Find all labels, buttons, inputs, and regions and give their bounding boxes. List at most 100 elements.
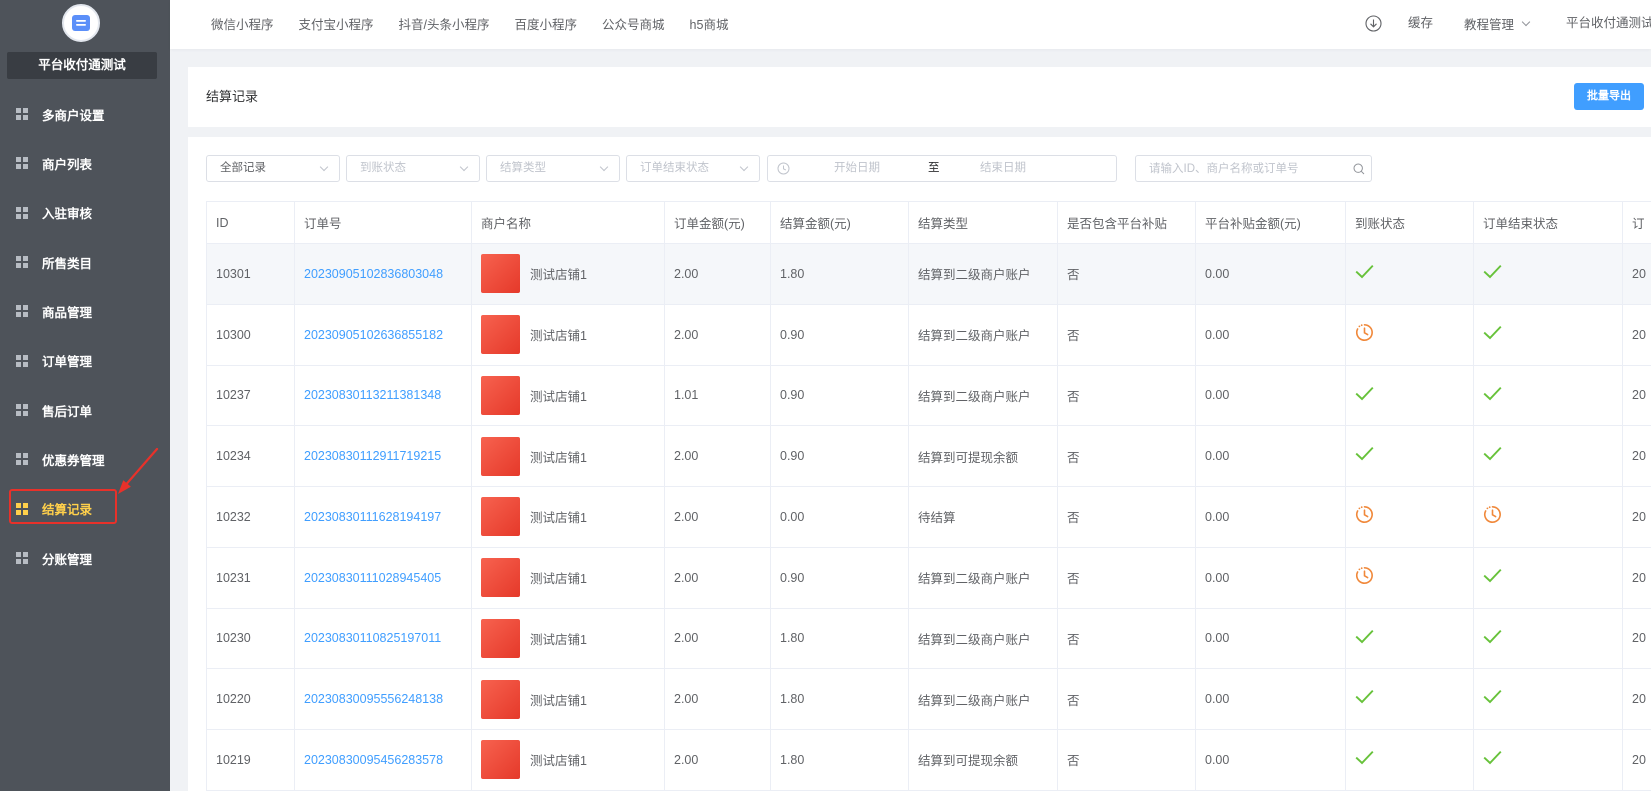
- search-icon[interactable]: [1353, 163, 1365, 175]
- sidebar-item-label: 多商户设置: [42, 108, 105, 123]
- check-icon: [1355, 265, 1374, 279]
- merchant-info: 测试店铺1: [481, 436, 655, 476]
- order-link[interactable]: 20230830095456283578: [304, 753, 443, 767]
- search-input[interactable]: [1136, 156, 1346, 181]
- cell-merchant-name: 测试店铺1: [471, 546, 665, 609]
- merchant-info: 测试店铺1: [481, 315, 655, 355]
- sidebar-item-label: 商户列表: [42, 157, 93, 172]
- cell-order-no: 20230830110825197011: [294, 607, 472, 670]
- tab-alipay-miniprogram[interactable]: 支付宝小程序: [299, 14, 374, 33]
- cell-merchant-name: 测试店铺1: [471, 425, 665, 487]
- cell-order-end-status: [1473, 486, 1623, 548]
- chevron-down-icon: [1521, 17, 1531, 26]
- start-date-input[interactable]: 开始日期: [834, 156, 880, 181]
- tab-wechat-miniprogram[interactable]: 微信小程序: [211, 14, 274, 33]
- order-link[interactable]: 20230830095556248138: [304, 692, 443, 706]
- cell-settle-amount: 1.80: [770, 243, 909, 305]
- table-row: 10237 20230830113211381348 测试店铺1 1.01 0.90 结算…: [206, 364, 1651, 427]
- settle-type-select[interactable]: 结算类型: [486, 155, 620, 182]
- order-link[interactable]: 20230830112911719215: [304, 449, 441, 463]
- tab-h5-mall[interactable]: h5商城: [690, 14, 729, 33]
- sidebar-item-label: 优惠券管理: [42, 453, 105, 468]
- account-menu[interactable]: 平台收付通测试: [1566, 0, 1651, 47]
- column-header-order-end-status: 订单结束状态: [1473, 201, 1623, 244]
- sidebar-item-multi-merchant-settings[interactable]: 多商户设置: [0, 90, 170, 139]
- page-header: 结算记录 批量导出: [188, 67, 1651, 127]
- cell-platform-subsidy-amount: 0.00: [1195, 243, 1346, 305]
- cell-arrival-status: [1345, 425, 1474, 487]
- sidebar-item-settlement-records[interactable]: 结算记录: [0, 484, 170, 533]
- sidebar-item-after-sales-orders[interactable]: 售后订单: [0, 385, 170, 434]
- cell-extra: 20: [1622, 303, 1651, 366]
- cell-settle-type: 结算到二级商户账户: [908, 364, 1058, 427]
- order-end-status-select[interactable]: 订单结束状态: [626, 155, 760, 182]
- tab-official-account-mall[interactable]: 公众号商城: [602, 14, 665, 33]
- merchant-info: 测试店铺1: [481, 679, 655, 719]
- cell-order-amount: 2.00: [664, 546, 771, 609]
- database-icon[interactable]: [62, 4, 100, 42]
- record-type-value: 全部记录: [220, 162, 266, 174]
- settlement-table-container: ID 订单号 商户名称 订单金额(元) 结算金额(元) 结算类型 是否包含平台补贴 平台补贴金…: [206, 201, 1651, 791]
- sidebar-item-onboarding-review[interactable]: 入驻审核: [0, 188, 170, 237]
- column-header-extra: 订: [1622, 201, 1651, 244]
- chevron-down-icon: [459, 162, 469, 172]
- clock-icon: [1356, 505, 1373, 523]
- sidebar-item-coupon-management[interactable]: 优惠券管理: [0, 435, 170, 484]
- table-row: 10219 20230830095456283578 测试店铺1 2.00 1.80 结算…: [206, 729, 1651, 791]
- sidebar-item-sales-categories[interactable]: 所售类目: [0, 237, 170, 286]
- cell-platform-subsidy-included: 否: [1057, 729, 1196, 791]
- cell-order-end-status: [1473, 364, 1623, 427]
- cell-extra: 20: [1622, 364, 1651, 427]
- cell-order-amount: 1.01: [664, 364, 771, 427]
- sidebar-item-label: 商品管理: [42, 305, 93, 320]
- cell-settle-amount: 0.90: [770, 546, 909, 609]
- table-row: 10301 20230905102836803048 测试店铺1 2.00 1.80 结算…: [206, 243, 1651, 305]
- sidebar-item-label: 所售类目: [42, 256, 93, 271]
- record-type-select[interactable]: 全部记录: [206, 155, 340, 182]
- grid-icon: [16, 354, 28, 367]
- cell-id: 10232: [206, 486, 295, 548]
- merchant-name: 测试店铺1: [530, 329, 587, 344]
- order-link[interactable]: 20230830111628194197: [304, 510, 441, 524]
- merchant-name: 测试店铺1: [530, 572, 587, 587]
- sidebar: 平台收付通测试 多商户设置商户列表入驻审核所售类目商品管理订单管理 售后订单优惠券…: [0, 0, 170, 791]
- tab-baidu-miniprogram[interactable]: 百度小程序: [515, 14, 578, 33]
- cell-order-end-status: [1473, 243, 1623, 305]
- grid-icon: [16, 404, 28, 417]
- app-root: 平台收付通测试 多商户设置商户列表入驻审核所售类目商品管理订单管理 售后订单优惠券…: [0, 0, 1651, 791]
- sidebar-item-product-management[interactable]: 商品管理: [0, 287, 170, 336]
- cell-order-end-status: [1473, 607, 1623, 670]
- settle-type-placeholder: 结算类型: [500, 162, 546, 174]
- top-nav: 微信小程序 支付宝小程序 抖音/头条小程序 百度小程序 公众号商城 h5商城 缓存 教程管…: [170, 0, 1651, 49]
- sidebar-item-merchant-list[interactable]: 商户列表: [0, 139, 170, 188]
- cell-settle-type: 结算到二级商户账户: [908, 546, 1058, 609]
- cell-id: 10301: [206, 243, 295, 305]
- column-header-merchant-name: 商户名称: [471, 201, 665, 244]
- cell-order-no: 20230830095456283578: [294, 729, 472, 791]
- cell-merchant-name: 测试店铺1: [471, 364, 665, 427]
- cache-button[interactable]: 缓存: [1408, 0, 1433, 47]
- batch-export-button[interactable]: 批量导出: [1574, 83, 1644, 110]
- cell-order-amount: 2.00: [664, 243, 771, 305]
- order-end-status-placeholder: 订单结束状态: [640, 162, 709, 174]
- order-link[interactable]: 20230905102636855182: [304, 328, 443, 342]
- check-icon: [1483, 751, 1502, 765]
- order-link[interactable]: 20230830111028945405: [304, 571, 441, 585]
- tab-douyin-toutiao-miniprogram[interactable]: 抖音/头条小程序: [399, 14, 490, 33]
- cell-order-amount: 2.00: [664, 486, 771, 548]
- order-link[interactable]: 20230830113211381348: [304, 388, 441, 402]
- store-name-button[interactable]: 平台收付通测试: [7, 52, 157, 79]
- sidebar-item-order-management[interactable]: 订单管理: [0, 336, 170, 385]
- grid-icon: [16, 552, 28, 565]
- merchant-info: 测试店铺1: [481, 558, 655, 598]
- order-link[interactable]: 20230830110825197011: [304, 631, 441, 645]
- download-icon[interactable]: [1365, 15, 1382, 32]
- order-link[interactable]: 20230905102836803048: [304, 267, 443, 281]
- cell-order-amount: 2.00: [664, 729, 771, 791]
- date-range-picker[interactable]: 开始日期 至 结束日期: [767, 155, 1117, 182]
- sidebar-item-profit-sharing-management[interactable]: 分账管理: [0, 533, 170, 582]
- cell-order-end-status: [1473, 546, 1623, 609]
- arrival-status-select[interactable]: 到账状态: [346, 155, 480, 182]
- end-date-input[interactable]: 结束日期: [980, 156, 1026, 181]
- tutorial-menu[interactable]: 教程管理: [1464, 0, 1531, 47]
